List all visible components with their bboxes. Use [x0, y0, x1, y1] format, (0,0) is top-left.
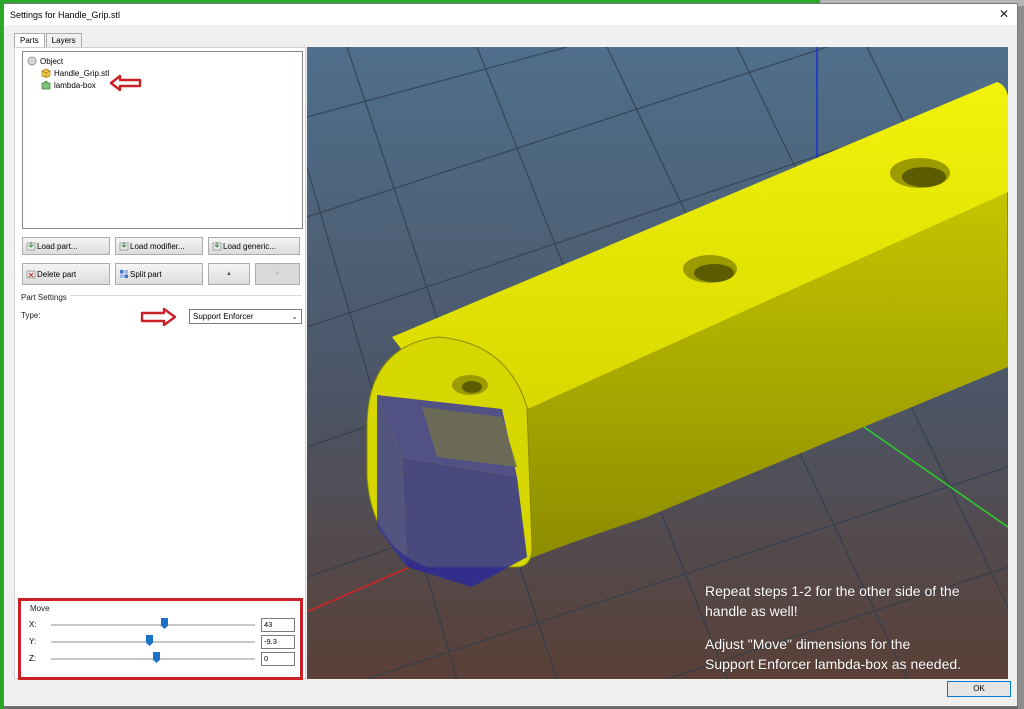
load-part-icon [26, 242, 36, 251]
move-y-slider-track[interactable] [51, 641, 255, 643]
tree-item-handle-grip[interactable]: Handle_Grip.stl [41, 67, 109, 79]
object-tree[interactable]: Object Handle_Grip.stl lambda-box [22, 51, 303, 229]
settings-dialog: Settings for Handle_Grip.stl ✕ Parts Lay… [3, 3, 1018, 707]
tree-item-label: Handle_Grip.stl [54, 68, 110, 78]
tree-item-label: Object [40, 56, 64, 66]
move-y-label: Y: [29, 637, 37, 646]
split-part-button[interactable]: Split part [115, 263, 203, 285]
cube-icon [41, 68, 51, 78]
move-y-slider-thumb[interactable] [146, 635, 153, 646]
load-modifier-button[interactable]: Load modifier... [115, 237, 203, 255]
3d-viewport[interactable]: Repeat steps 1-2 for the other side of t… [307, 47, 1008, 679]
chevron-down-icon: ⌄ [291, 312, 298, 321]
tree-item-lambda-box[interactable]: lambda-box [41, 79, 96, 91]
move-x-slider-track[interactable] [51, 624, 255, 626]
caption-line-1: Repeat steps 1-2 for the other side of t… [705, 583, 960, 599]
delete-icon [26, 270, 36, 279]
move-z-label: Z: [29, 654, 37, 663]
move-z-row: Z: 0 [27, 652, 295, 666]
move-x-row: X: 43 [27, 618, 295, 632]
arrow-down-icon: ▼ [274, 271, 281, 277]
tree-item-label: lambda-box [54, 80, 96, 90]
caption-line-2: handle as well! [705, 603, 798, 619]
tab-layers[interactable]: Layers [45, 33, 82, 47]
move-z-field[interactable]: 0 [261, 652, 295, 666]
load-generic-button[interactable]: Load generic... [208, 237, 300, 255]
close-icon[interactable]: ✕ [997, 7, 1011, 21]
object-icon [27, 56, 37, 66]
load-part-button[interactable]: Load part... [22, 237, 110, 255]
background-right [1018, 0, 1024, 709]
move-down-button[interactable]: ▼ [255, 263, 300, 285]
annotation-arrow-left [109, 74, 142, 92]
type-label: Type: [21, 311, 41, 320]
part-settings-title: Part Settings [21, 293, 70, 302]
puzzle-icon [41, 80, 51, 90]
tree-item-object[interactable]: Object [27, 55, 63, 67]
move-x-field[interactable]: 43 [261, 618, 295, 632]
move-group: Move X: 43 Y: -9.3 Z: 0 [18, 598, 303, 680]
move-x-slider-thumb[interactable] [161, 618, 168, 629]
move-z-slider-thumb[interactable] [153, 652, 160, 663]
move-up-button[interactable]: ▲ [208, 263, 250, 285]
arrow-up-icon: ▲ [226, 271, 232, 277]
move-y-row: Y: -9.3 [27, 635, 295, 649]
tab-parts[interactable]: Parts [14, 33, 45, 48]
caption-line-4: Support Enforcer lambda-box as needed. [705, 656, 962, 672]
move-title: Move [30, 604, 50, 613]
type-select[interactable]: Support Enforcer ⌄ [189, 309, 302, 324]
load-generic-icon [212, 242, 222, 251]
parts-panel: Object Handle_Grip.stl lambda-box Load p… [14, 47, 306, 680]
load-modifier-icon [119, 242, 129, 251]
tab-bar: Parts Layers [14, 33, 83, 48]
delete-part-button[interactable]: Delete part [22, 263, 110, 285]
window-title: Settings for Handle_Grip.stl [10, 9, 121, 20]
annotation-arrow-right [140, 307, 177, 327]
split-icon [120, 270, 128, 278]
move-x-label: X: [29, 620, 37, 629]
ok-button[interactable]: OK [947, 681, 1011, 697]
caption-line-3: Adjust "Move" dimensions for the [705, 636, 911, 652]
move-y-field[interactable]: -9.3 [261, 635, 295, 649]
title-bar: Settings for Handle_Grip.stl ✕ [4, 4, 1017, 25]
